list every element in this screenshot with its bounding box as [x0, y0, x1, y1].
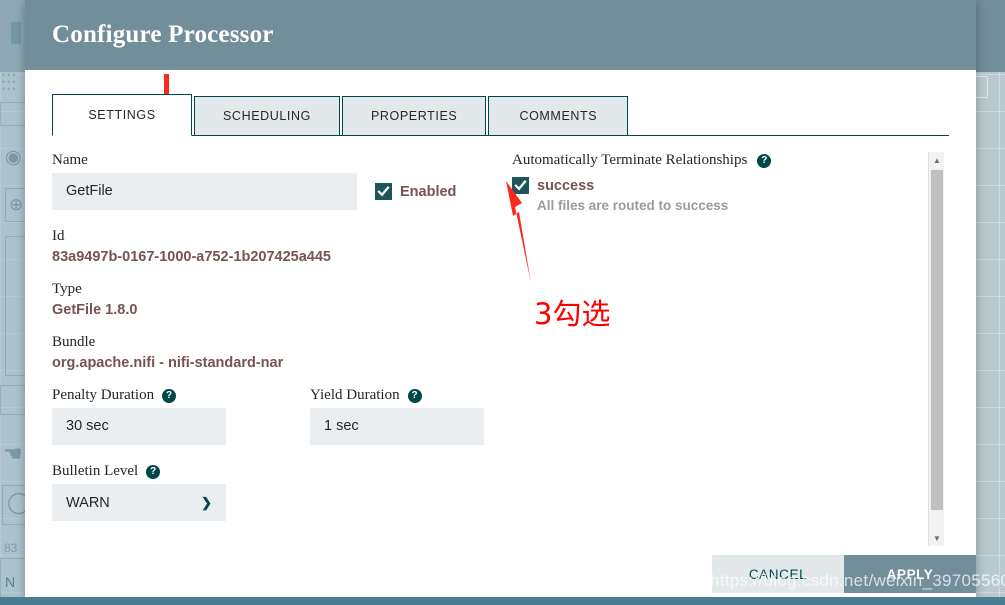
name-label: Name — [52, 152, 88, 168]
duration-row: Penalty Duration ? Yield Duration ? — [52, 387, 502, 445]
relationship-success-label: success — [537, 177, 595, 194]
relationship-success-checkbox[interactable] — [512, 177, 529, 194]
bulletin-level-label-group: Bulletin Level ? — [52, 463, 502, 480]
bottom-status-strip — [0, 597, 1005, 605]
scroll-up-icon[interactable]: ▲ — [929, 152, 945, 168]
tab-properties[interactable]: PROPERTIES — [341, 96, 487, 136]
yield-duration-group: Yield Duration ? — [310, 387, 484, 445]
background-id-fragment: 83 — [4, 541, 18, 555]
chevron-down-icon: ❯ — [201, 494, 212, 510]
help-icon[interactable]: ? — [757, 153, 772, 168]
tab-settings[interactable]: SETTINGS — [52, 94, 192, 136]
dialog-tabs: SETTINGS SCHEDULING PROPERTIES COMMENTS — [52, 94, 949, 136]
type-value: GetFile 1.8.0 — [52, 302, 138, 318]
apply-button[interactable]: APPLY — [844, 555, 976, 593]
enabled-checkbox-row[interactable]: Enabled — [375, 183, 456, 200]
penalty-duration-label-group: Penalty Duration ? — [52, 387, 226, 404]
relationship-success-checkbox-row[interactable]: success — [512, 177, 932, 194]
cancel-button[interactable]: CANCEL — [712, 555, 844, 593]
help-icon[interactable]: ? — [407, 388, 422, 403]
settings-tab-panel: Name Enabled Id 83a9497b-0167-1000-a752-… — [52, 136, 949, 546]
help-icon[interactable]: ? — [162, 388, 177, 403]
scroll-down-icon[interactable]: ▼ — [929, 530, 945, 546]
id-label: Id — [52, 228, 65, 244]
penalty-duration-label: Penalty Duration — [52, 387, 155, 403]
relationships-scrollbar[interactable]: ▲ ▼ — [928, 152, 944, 546]
toolbar-logo-mark — [11, 22, 21, 44]
type-label: Type — [52, 281, 82, 297]
penalty-duration-input[interactable] — [52, 408, 226, 445]
yield-duration-input[interactable] — [310, 408, 484, 445]
screen: ••• ••• ••• ◉ ⊕ ☚ ◯ 83 N Configure Process… — [0, 0, 1005, 605]
id-value: 83a9497b-0167-1000-a752-1b207425a445 — [52, 249, 331, 265]
bulletin-level-label: Bulletin Level — [52, 463, 139, 479]
input-port-icon: ⊕ — [9, 195, 24, 214]
bundle-label: Bundle — [52, 334, 96, 350]
bundle-value: org.apache.nifi - nifi-standard-nar — [52, 355, 284, 371]
dialog-title: Configure Processor — [52, 21, 274, 48]
yield-duration-label: Yield Duration — [310, 387, 400, 403]
settings-right-column: Automatically Terminate Relationships ? … — [502, 152, 944, 546]
auto-terminate-relationships-label: Automatically Terminate Relationships — [512, 152, 748, 168]
help-icon[interactable]: ? — [146, 464, 161, 479]
bulletin-level-group: Bulletin Level ? WARN ❯ — [52, 463, 502, 521]
yield-duration-label-group: Yield Duration ? — [310, 387, 484, 404]
name-row: Enabled — [52, 173, 502, 210]
penalty-duration-group: Penalty Duration ? — [52, 387, 226, 445]
configure-processor-dialog: Configure Processor SETTINGS SCHEDULING … — [25, 0, 976, 597]
auto-terminate-relationships-label-group: Automatically Terminate Relationships ? — [512, 152, 932, 169]
dialog-footer: CANCEL APPLY — [25, 551, 976, 597]
enabled-checkbox[interactable] — [375, 183, 392, 200]
hand-cursor-icon: ☚ — [3, 441, 23, 466]
name-input[interactable] — [52, 173, 357, 210]
relationship-success-description: All files are routed to success — [537, 198, 729, 213]
processor-icon: ◉ — [5, 147, 22, 168]
enabled-label: Enabled — [400, 183, 457, 200]
dialog-header: Configure Processor — [25, 0, 976, 70]
canvas-footer-box — [0, 385, 26, 415]
tab-comments[interactable]: COMMENTS — [488, 96, 629, 136]
bulletin-level-value: WARN — [66, 494, 110, 511]
scrollbar-thumb[interactable] — [931, 170, 943, 510]
canvas-palette-box — [0, 102, 26, 126]
tab-scheduling[interactable]: SCHEDULING — [194, 96, 340, 136]
settings-left-column: Name Enabled Id 83a9497b-0167-1000-a752-… — [52, 152, 502, 530]
relationship-item: success All files are routed to success — [512, 177, 932, 213]
bulletin-level-select[interactable]: WARN ❯ — [52, 484, 226, 521]
background-name-fragment: N — [5, 574, 16, 590]
